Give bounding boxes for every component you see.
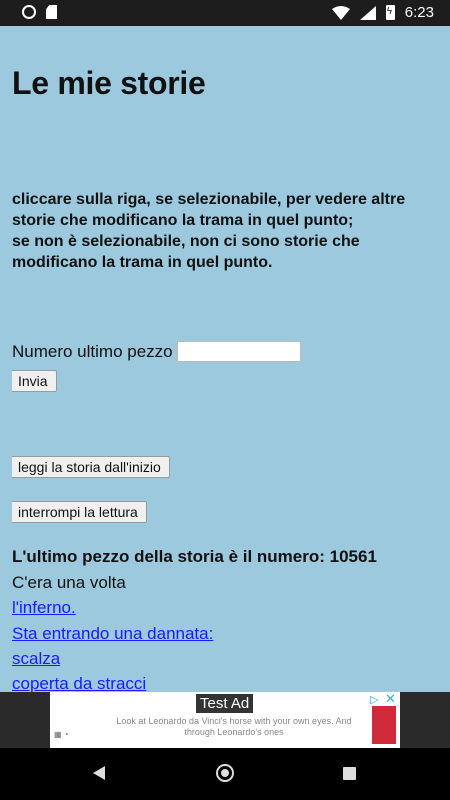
status-bar: 6:23 (0, 0, 450, 26)
last-piece-label: Numero ultimo pezzo (12, 341, 173, 361)
story-link[interactable]: scalza (12, 649, 60, 669)
status-time: 6:23 (404, 4, 434, 21)
battery-charging-icon (385, 5, 395, 20)
last-piece-input[interactable] (176, 341, 301, 362)
instruction-line: se non è selezionabile, non ci sono stor… (12, 233, 360, 271)
story-link[interactable]: l'inferno. (12, 598, 76, 618)
signal-icon (359, 5, 376, 20)
story-link[interactable]: Sta entrando una dannata: (12, 624, 213, 644)
recent-apps-icon[interactable] (343, 767, 356, 780)
page-content: Le mie storie cliccare sulla riga, se se… (12, 26, 438, 692)
sd-card-icon (46, 5, 57, 19)
ad-banner[interactable]: Test Ad ▷ ✕ Look at Leonardo da Vinci's … (0, 692, 450, 748)
notification-circle-icon (22, 5, 36, 19)
instructions: cliccare sulla riga, se selezionabile, p… (12, 189, 432, 273)
ad-image-icon (372, 706, 396, 744)
read-from-start-button[interactable]: leggi la storia dall'inizio (12, 456, 170, 478)
ad-text: Look at Leonardo da Vinci's horse with y… (116, 716, 352, 737)
page-title: Le mie storie (12, 65, 206, 101)
stop-reading-button[interactable]: interrompi la lettura (12, 501, 147, 523)
close-icon[interactable]: ✕ (385, 692, 397, 705)
story-link[interactable]: coperta da stracci (12, 674, 146, 692)
navigation-bar (0, 748, 450, 800)
ad-content[interactable]: Test Ad ▷ ✕ Look at Leonardo da Vinci's … (50, 692, 400, 748)
back-icon[interactable] (93, 766, 105, 780)
ad-label: Test Ad (196, 694, 254, 713)
submit-button[interactable]: Invia (12, 370, 57, 392)
wifi-icon (331, 5, 350, 20)
ad-choices-icon[interactable]: ▷ (370, 694, 382, 706)
ad-logos-icon: ▦ ◔ (54, 730, 69, 739)
home-icon[interactable] (216, 764, 234, 782)
last-piece-text: L'ultimo pezzo della storia è il numero:… (12, 547, 377, 566)
story-line: C'era una volta (12, 573, 126, 592)
last-piece-form: Numero ultimo pezzo (12, 341, 301, 362)
instruction-line: cliccare sulla riga, se selezionabile, p… (12, 191, 406, 229)
